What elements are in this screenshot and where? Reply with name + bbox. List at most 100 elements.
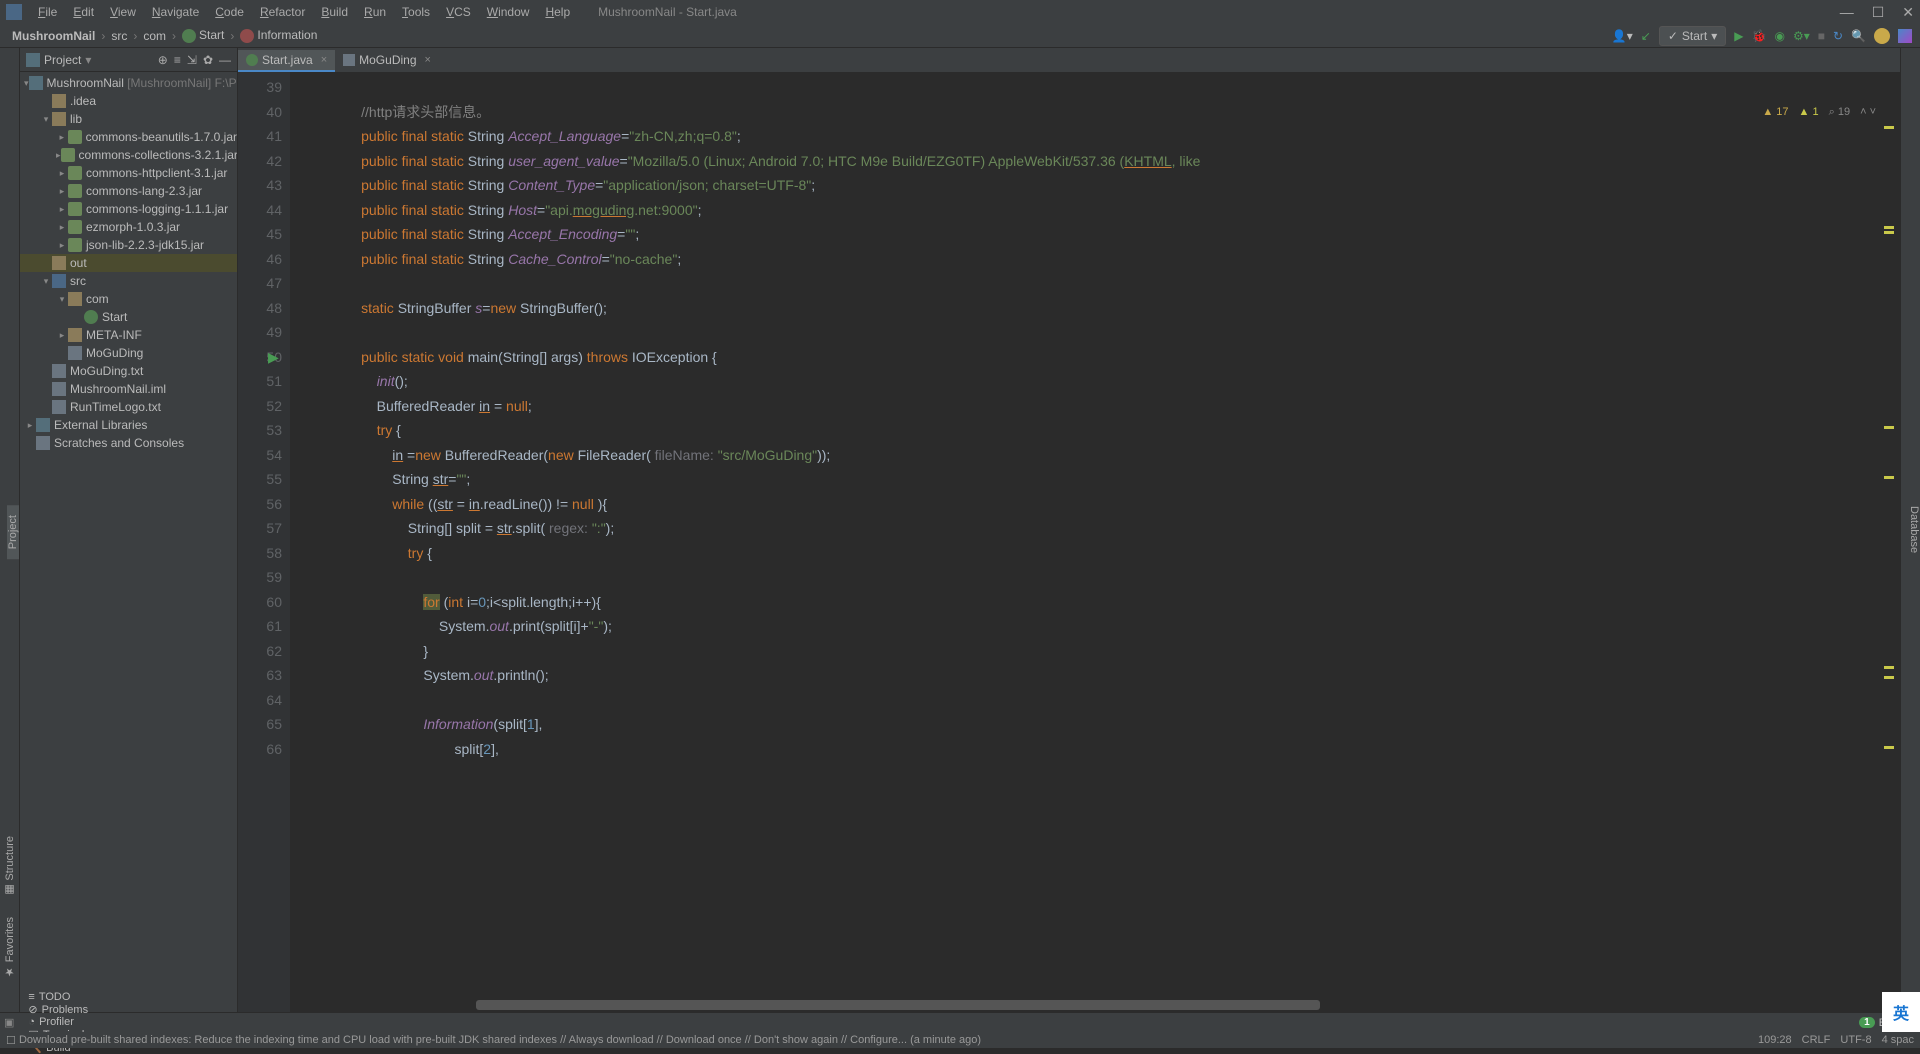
- profile-icon[interactable]: ⚙▾: [1793, 29, 1810, 43]
- breadcrumb-start[interactable]: Start: [178, 28, 228, 43]
- event-log-badge[interactable]: 1: [1859, 1017, 1875, 1028]
- line-number[interactable]: 53: [238, 418, 282, 443]
- tree-arrow-icon[interactable]: ▾: [40, 276, 52, 287]
- line-number[interactable]: 47: [238, 271, 282, 296]
- caret-position[interactable]: 109:28: [1758, 1034, 1792, 1046]
- line-number[interactable]: 58: [238, 541, 282, 566]
- code-line[interactable]: public final static String user_agent_va…: [330, 149, 1900, 174]
- line-number[interactable]: 54: [238, 443, 282, 468]
- ime-indicator[interactable]: 英: [1882, 992, 1920, 1032]
- tree-item[interactable]: ▾ com: [20, 290, 237, 308]
- code-line[interactable]: }: [330, 639, 1900, 664]
- code-line[interactable]: public static void main(String[] args) t…: [330, 345, 1900, 370]
- tool-problems[interactable]: ⊘Problems: [20, 1003, 96, 1016]
- line-number[interactable]: 39: [238, 75, 282, 100]
- menu-build[interactable]: Build: [313, 5, 356, 19]
- line-number[interactable]: 62: [238, 639, 282, 664]
- line-number[interactable]: 52: [238, 394, 282, 419]
- tree-item[interactable]: .idea: [20, 92, 237, 110]
- code-line[interactable]: for (int i=0;i<split.length;i++){: [330, 590, 1900, 615]
- code-line[interactable]: init();: [330, 369, 1900, 394]
- tree-item[interactable]: MoGuDing: [20, 344, 237, 362]
- indent-info[interactable]: 4 spac: [1882, 1034, 1914, 1046]
- code-line[interactable]: System.out.println();: [330, 663, 1900, 688]
- tree-item[interactable]: ▸ commons-logging-1.1.1.jar: [20, 200, 237, 218]
- line-number[interactable]: 44: [238, 198, 282, 223]
- breadcrumb-com[interactable]: com: [139, 29, 170, 43]
- menu-edit[interactable]: Edit: [65, 5, 102, 19]
- code-line[interactable]: try {: [330, 541, 1900, 566]
- code-line[interactable]: [330, 320, 1900, 345]
- code-line[interactable]: [330, 565, 1900, 590]
- coverage-icon[interactable]: ◉: [1774, 29, 1784, 43]
- tree-item[interactable]: out: [20, 254, 237, 272]
- run-gutter-icon[interactable]: ▶: [268, 345, 279, 370]
- line-number[interactable]: 49: [238, 320, 282, 345]
- code-editor[interactable]: //http请求头部信息。 public final static String…: [290, 72, 1900, 1012]
- editor-tab[interactable]: Start.java ×: [238, 50, 335, 72]
- tree-item[interactable]: ▸ External Libraries: [20, 416, 237, 434]
- expand-all-icon[interactable]: ≡: [174, 53, 181, 67]
- code-line[interactable]: try {: [330, 418, 1900, 443]
- structure-tool-tab[interactable]: ▦ Structure: [0, 826, 19, 907]
- code-line[interactable]: public final static String Accept_Langua…: [330, 124, 1900, 149]
- menu-view[interactable]: View: [102, 5, 144, 19]
- tree-item[interactable]: MushroomNail.iml: [20, 380, 237, 398]
- code-line[interactable]: public final static String Accept_Encodi…: [330, 222, 1900, 247]
- line-number[interactable]: 56: [238, 492, 282, 517]
- line-number[interactable]: 50▶: [238, 345, 282, 370]
- code-line[interactable]: [330, 688, 1900, 713]
- code-line[interactable]: [330, 271, 1900, 296]
- line-number[interactable]: 51: [238, 369, 282, 394]
- code-line[interactable]: Information(split[1],: [330, 712, 1900, 737]
- avatar-icon[interactable]: [1874, 28, 1890, 44]
- line-number[interactable]: 63: [238, 663, 282, 688]
- file-encoding[interactable]: UTF-8: [1840, 1034, 1871, 1046]
- tree-arrow-icon[interactable]: ▸: [24, 420, 36, 431]
- tree-arrow-icon[interactable]: ▸: [56, 186, 68, 197]
- database-tool-tab[interactable]: Database: [1908, 496, 1920, 563]
- menu-run[interactable]: Run: [356, 5, 394, 19]
- tree-item[interactable]: ▸ commons-beanutils-1.7.0.jar: [20, 128, 237, 146]
- close-tab-icon[interactable]: ×: [321, 54, 327, 66]
- code-line[interactable]: split[2],: [330, 737, 1900, 762]
- code-line[interactable]: //http请求头部信息。: [330, 100, 1900, 125]
- dropdown-icon[interactable]: ▾: [85, 53, 91, 67]
- tool-profiler[interactable]: ◔Profiler: [20, 1016, 96, 1028]
- tree-arrow-icon[interactable]: ▸: [56, 330, 68, 341]
- tree-arrow-icon[interactable]: ▸: [56, 168, 68, 179]
- tree-arrow-icon[interactable]: ▸: [56, 240, 68, 251]
- line-separator[interactable]: CRLF: [1802, 1034, 1831, 1046]
- run-icon[interactable]: ▶: [1734, 29, 1743, 43]
- debug-icon[interactable]: 🐞: [1752, 29, 1767, 43]
- favorites-tool-tab[interactable]: ★ Favorites: [0, 907, 19, 988]
- select-opened-icon[interactable]: ⊕: [158, 53, 168, 67]
- code-line[interactable]: String str="";: [330, 467, 1900, 492]
- tree-arrow-icon[interactable]: ▸: [56, 204, 68, 215]
- code-line[interactable]: public final static String Cache_Control…: [330, 247, 1900, 272]
- code-line[interactable]: [330, 75, 1900, 100]
- tree-item[interactable]: ▸ commons-lang-2.3.jar: [20, 182, 237, 200]
- tree-item[interactable]: Start: [20, 308, 237, 326]
- code-line[interactable]: String[] split = str.split( regex: ":");: [330, 516, 1900, 541]
- tree-item[interactable]: ▸ json-lib-2.2.3-jdk15.jar: [20, 236, 237, 254]
- close-tab-icon[interactable]: ×: [425, 54, 431, 66]
- horizontal-scrollbar[interactable]: [476, 1000, 1882, 1012]
- line-number[interactable]: 61: [238, 614, 282, 639]
- close-icon[interactable]: ✕: [1902, 4, 1914, 21]
- line-number[interactable]: 55: [238, 467, 282, 492]
- line-number[interactable]: 59: [238, 565, 282, 590]
- project-tree[interactable]: ▾ MushroomNail [MushroomNail] F:\Pc .ide…: [20, 72, 237, 1012]
- tree-item[interactable]: ▾ MushroomNail [MushroomNail] F:\Pc: [20, 74, 237, 92]
- line-number[interactable]: 65: [238, 712, 282, 737]
- line-number[interactable]: 48: [238, 296, 282, 321]
- tree-arrow-icon[interactable]: ▸: [56, 132, 68, 143]
- project-tool-tab[interactable]: Project: [7, 505, 19, 559]
- line-gutter[interactable]: 394041424344454647484950▶515253545556575…: [238, 72, 290, 1012]
- inspection-summary[interactable]: ▲ 17 ▲ 1 ⌕ 19 ˄ ˅: [1762, 100, 1876, 125]
- menu-tools[interactable]: Tools: [394, 5, 438, 19]
- line-number[interactable]: 64: [238, 688, 282, 713]
- tree-item[interactable]: ▾ src: [20, 272, 237, 290]
- line-number[interactable]: 57: [238, 516, 282, 541]
- user-icon[interactable]: 👤▾: [1612, 29, 1633, 43]
